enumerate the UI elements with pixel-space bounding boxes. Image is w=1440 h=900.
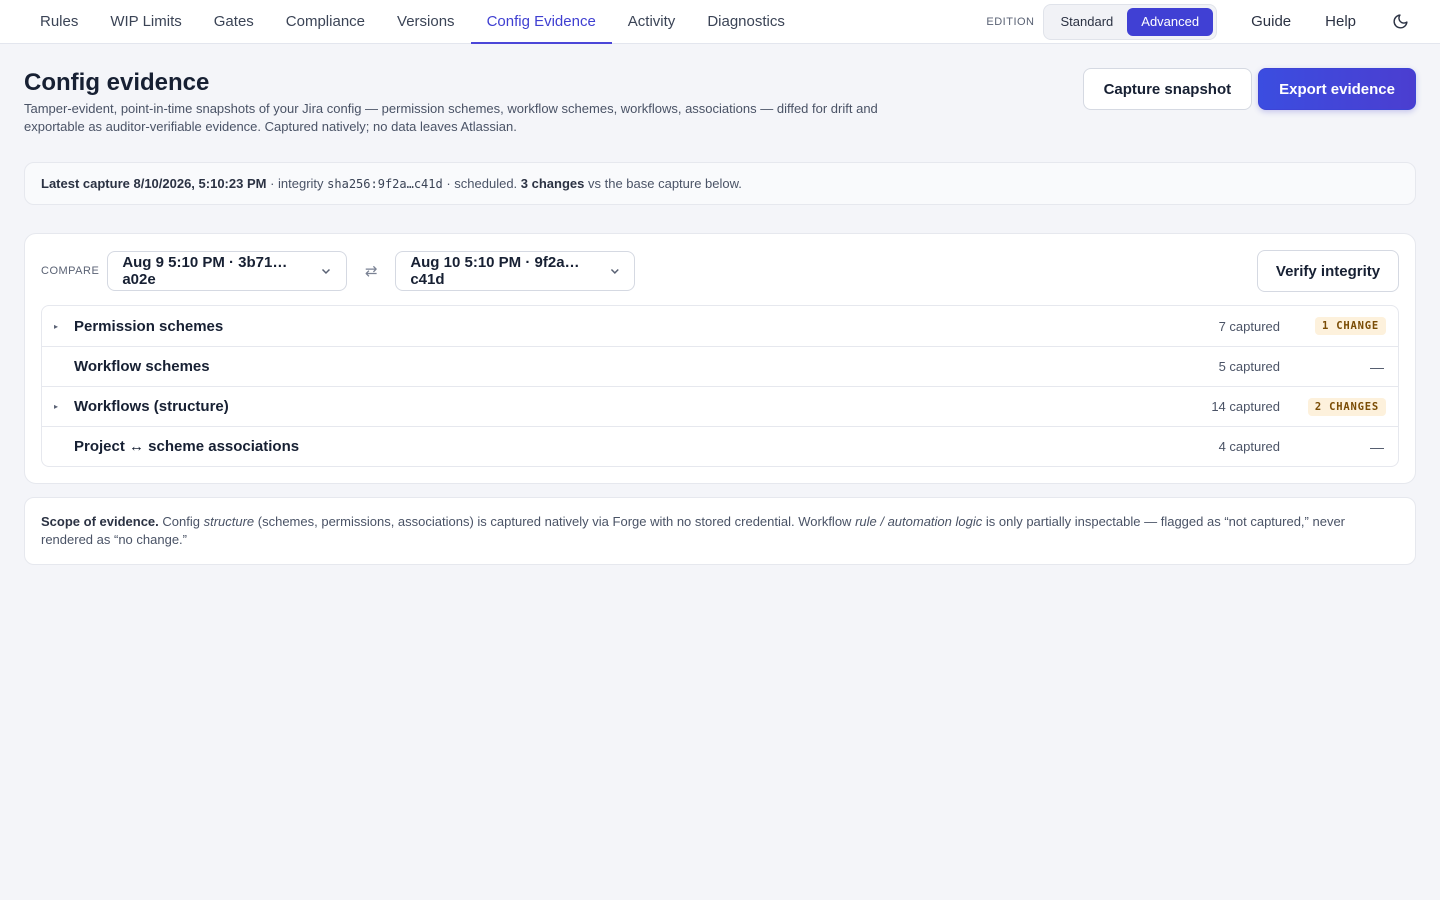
base-capture-select[interactable]: Aug 9 5:10 PM · 3b71…a02e: [107, 251, 348, 291]
scope-text-1: Config: [158, 514, 204, 529]
verify-integrity-button[interactable]: Verify integrity: [1257, 250, 1399, 292]
row-name: Permission schemes: [74, 317, 224, 335]
page-header: Config evidence Tamper-evident, point-in…: [24, 44, 1416, 136]
tab-gates[interactable]: Gates: [198, 0, 270, 43]
summary-suffix: vs the base capture below.: [584, 176, 742, 191]
row-name: Project ↔ scheme associations: [74, 438, 300, 455]
help-link[interactable]: Help: [1325, 13, 1356, 30]
capture-mode: · scheduled.: [442, 176, 521, 191]
row-count: 5 captured: [1218, 359, 1280, 374]
page-description: Tamper-evident, point-in-time snapshots …: [24, 101, 878, 134]
row-count: 4 captured: [1218, 439, 1280, 454]
header-actions: Capture snapshot Export evidence: [1082, 68, 1416, 110]
row-name: Workflow schemes: [74, 358, 210, 375]
change-badge: 1 CHANGE: [1315, 317, 1386, 335]
integrity-hash: sha256:9f2a…c41d: [327, 177, 443, 191]
edition-standard-button[interactable]: Standard: [1047, 8, 1128, 36]
tab-compliance[interactable]: Compliance: [270, 0, 381, 43]
scope-emphasis-logic: rule / automation logic: [855, 514, 983, 529]
tab-rules[interactable]: Rules: [24, 0, 94, 43]
no-change-dash: —: [1370, 438, 1384, 455]
row-count: 14 captured: [1211, 399, 1280, 414]
page-content: Config evidence Tamper-evident, point-in…: [0, 44, 1440, 565]
row-name: Workflows (structure): [74, 398, 229, 415]
tab-diagnostics[interactable]: Diagnostics: [691, 0, 801, 43]
nav-right: EDITION Standard Advanced Guide Help: [986, 0, 1416, 43]
moon-icon[interactable]: [1392, 13, 1410, 31]
scope-emphasis-structure: structure: [203, 514, 255, 529]
base-capture-value: Aug 9 5:10 PM · 3b71…a02e: [122, 254, 288, 288]
row-workflow-schemes: Workflow schemes 5 captured —: [42, 346, 1398, 386]
changes-count: 3 changes: [520, 176, 585, 191]
latest-capture-summary: Latest capture 8/10/2026, 5:10:23 PM · i…: [24, 162, 1416, 205]
edition-label: EDITION: [986, 15, 1035, 28]
row-count: 7 captured: [1218, 318, 1280, 334]
tab-config-evidence[interactable]: Config Evidence: [470, 0, 613, 44]
export-evidence-button[interactable]: Export evidence: [1258, 68, 1416, 110]
tab-bar: Rules WIP Limits Gates Compliance Versio…: [24, 0, 801, 44]
scope-title: Scope of evidence.: [41, 514, 159, 529]
edition-advanced-button[interactable]: Advanced: [1127, 7, 1214, 36]
top-navigation: Rules WIP Limits Gates Compliance Versio…: [0, 0, 1440, 44]
scope-text-2: (schemes, permissions, associations) is …: [254, 514, 856, 529]
no-change-dash: —: [1370, 358, 1384, 375]
target-capture-select[interactable]: Aug 10 5:10 PM · 9f2a…c41d: [395, 251, 636, 291]
row-permission-schemes[interactable]: ▸ Permission schemes 7 captured 1 CHANGE: [42, 306, 1398, 346]
expand-caret-icon[interactable]: ▸: [54, 322, 74, 331]
chevron-down-icon: [322, 268, 331, 275]
guide-link[interactable]: Guide: [1251, 13, 1291, 30]
target-capture-value: Aug 10 5:10 PM · 9f2a…c41d: [410, 254, 580, 288]
capture-snapshot-button[interactable]: Capture snapshot: [1082, 68, 1253, 110]
latest-capture-label: Latest capture 8/10/2026, 5:10:23 PM: [41, 176, 267, 191]
row-project-scheme-associations: Project ↔ scheme associations 4 captured…: [42, 426, 1398, 466]
swap-icon[interactable]: ⇄: [347, 262, 395, 280]
chevron-down-icon: [610, 269, 619, 274]
tab-versions[interactable]: Versions: [381, 0, 471, 43]
scope-of-evidence-note: Scope of evidence. Config structure (sch…: [24, 497, 1416, 565]
expand-caret-icon[interactable]: ▸: [54, 402, 74, 411]
integrity-prefix: · integrity: [266, 176, 328, 191]
compare-card: COMPARE Aug 9 5:10 PM · 3b71…a02e ⇄ Aug …: [24, 233, 1416, 484]
compare-label: COMPARE: [41, 265, 100, 277]
edition-toggle: Standard Advanced: [1042, 3, 1218, 40]
row-workflows-structure[interactable]: ▸ Workflows (structure) 14 captured 2 CH…: [42, 386, 1398, 426]
config-category-list: ▸ Permission schemes 7 captured 1 CHANGE…: [41, 305, 1399, 467]
page-title: Config evidence: [24, 69, 210, 96]
tab-activity[interactable]: Activity: [612, 0, 692, 43]
change-badge: 2 CHANGES: [1307, 397, 1386, 416]
tab-wip-limits[interactable]: WIP Limits: [94, 0, 197, 43]
compare-toolbar: COMPARE Aug 9 5:10 PM · 3b71…a02e ⇄ Aug …: [41, 250, 1399, 292]
